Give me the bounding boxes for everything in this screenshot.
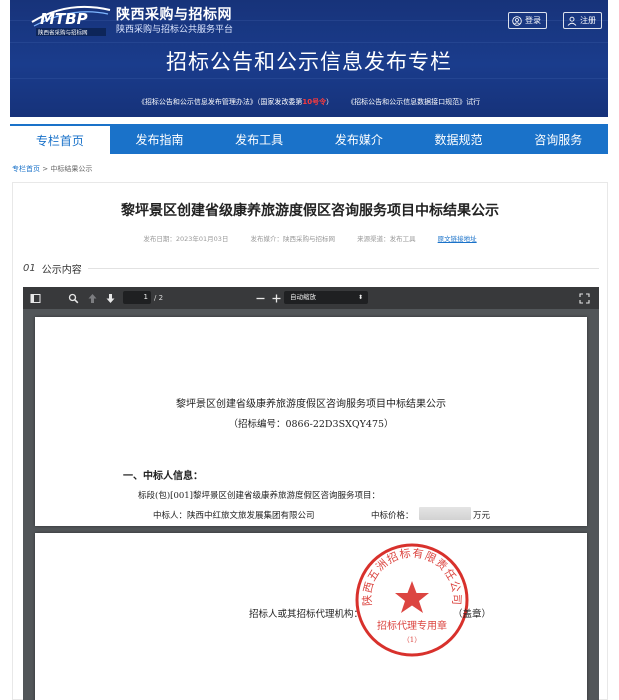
document-price-unit: 万元 [473,511,491,521]
document-price-label: 中标价格： [371,511,414,521]
arrow-down-icon [106,293,115,303]
publish-media: 发布媒介：陕西采购与招标网 [250,235,336,243]
site-name: 陕西采购与招标网 [116,7,232,23]
article-panel: 黎坪景区创建省级康养旅游度假区咨询服务项目中标结果公示 发布日期：2023年01… [12,182,608,700]
sidebar-icon [30,293,41,303]
find-button[interactable] [68,292,79,304]
breadcrumb-current: 中标结果公示 [50,165,93,173]
nav-item-media[interactable]: 发布媒介 [309,124,409,154]
document-lot-line: 标段(包)[001]黎坪景区创建省级康养旅游度假区咨询服务项目： [138,491,380,501]
article-meta: 发布日期：2023年01月03日 发布媒介：陕西采购与招标网 来源渠道：发布工具… [13,233,607,243]
zoom-value: 自动缩放 [290,293,316,301]
document-section-heading: 一、中标人信息： [123,471,203,482]
minus-icon [256,297,265,299]
site-logo[interactable]: MTBP 陕西省采购与招标网 [28,4,114,38]
header-banner: MTBP 陕西省采购与招标网 陕西采购与招标网 陕西采购与招标公共服务平台 登录… [10,0,608,117]
source-channel: 来源渠道：发布工具 [357,235,416,243]
banner-regulation-note: 《招标公告和公示信息发布管理办法》（国家发改委第10号令） 《招标公告和公示信息数… [10,97,608,107]
section-number: 01 [23,263,36,274]
user-circle-icon [512,15,522,26]
pdf-page-2: 招标人或其招标代理机构： 陕西五洲招标有限责任公司 招标代理专用章 （1） （盖… [35,533,587,700]
document-title: 黎坪景区创建省级康养旅游度假区咨询服务项目中标结果公示 [176,399,446,410]
breadcrumb: 专栏首页 > 中标结果公示 [12,164,92,174]
presentation-mode-button[interactable] [579,292,590,304]
redacted-price [419,507,471,520]
document-seal-suffix: （盖章） [453,609,492,620]
document-winner-line: 中标人：陕西中红旅文旅发展集团有限公司 [153,511,315,521]
site-subtitle: 陕西采购与招标公共服务平台 [116,25,234,35]
section-header: 01 公示内容 [23,261,599,276]
breadcrumb-home-link[interactable]: 专栏首页 [12,165,40,173]
login-label: 登录 [525,16,541,25]
page-count: / 2 [154,294,164,302]
chevron-down-icon: ⬍ [357,294,363,301]
pdf-toolbar: 1 / 2 自动缩放 ⬍ [23,287,599,309]
regulation-link-1[interactable]: 《招标公告和公示信息发布管理办法》（国家发改委第10号令） [138,98,333,106]
banner-texture [10,42,608,43]
breadcrumb-separator: > [42,165,49,173]
search-icon [68,293,79,303]
previous-page-button[interactable] [87,292,98,304]
nav-item-standards[interactable]: 数据规范 [409,124,509,154]
document-signature-line: 招标人或其招标代理机构： [249,609,364,620]
banner-title: 招标公告和公示信息发布专栏 [166,50,452,74]
pdf-page-1: 黎坪景区创建省级康养旅游度假区咨询服务项目中标结果公示 （招标编号：0866-2… [35,317,587,526]
document-tender-code: （招标编号：0866-22D3SXQY475） [228,419,394,430]
publish-date: 发布日期：2023年01月03日 [143,235,229,243]
next-page-button[interactable] [105,292,116,304]
section-divider [87,268,599,269]
plus-icon [272,294,281,302]
svg-text:招标代理专用章: 招标代理专用章 [377,619,447,632]
page-title: 黎坪景区创建省级康养旅游度假区咨询服务项目中标结果公示 [121,203,499,219]
nav-item-tools[interactable]: 发布工具 [209,124,309,154]
banner-texture [10,78,608,79]
arrow-up-icon [88,293,97,303]
user-icon [567,16,577,26]
zoom-in-button[interactable] [271,292,282,304]
page-number-input[interactable]: 1 [123,291,151,304]
fullscreen-icon [579,292,590,304]
register-label: 注册 [580,16,596,25]
sidebar-toggle-button[interactable] [30,292,41,304]
svg-text:陕西省采购与招标网: 陕西省采购与招标网 [38,29,88,37]
original-link[interactable]: 原文链接地址 [438,235,477,243]
nav-item-guide[interactable]: 发布指南 [110,124,210,154]
zoom-select[interactable]: 自动缩放 ⬍ [284,291,368,304]
official-seal: 陕西五洲招标有限责任公司 招标代理专用章 （1） [355,543,469,657]
regulation-link-2[interactable]: 《招标公告和公示信息数据接口规范》试行 [347,98,480,106]
login-button[interactable]: 登录 [508,12,547,29]
svg-text:（1）: （1） [403,636,421,644]
nav-item-consulting[interactable]: 咨询服务 [508,124,608,154]
zoom-out-button[interactable] [255,292,266,304]
main-nav: 专栏首页 发布指南 发布工具 发布媒介 数据规范 咨询服务 [10,124,608,154]
register-button[interactable]: 注册 [563,12,602,29]
nav-item-home[interactable]: 专栏首页 [10,124,110,154]
pdf-viewer[interactable]: 1 / 2 自动缩放 ⬍ 黎坪景区创建省级康养旅游度假区咨询服务项目中标结果公示… [23,287,599,700]
section-label: 公示内容 [41,265,82,276]
svg-text:MTBP: MTBP [40,10,88,28]
